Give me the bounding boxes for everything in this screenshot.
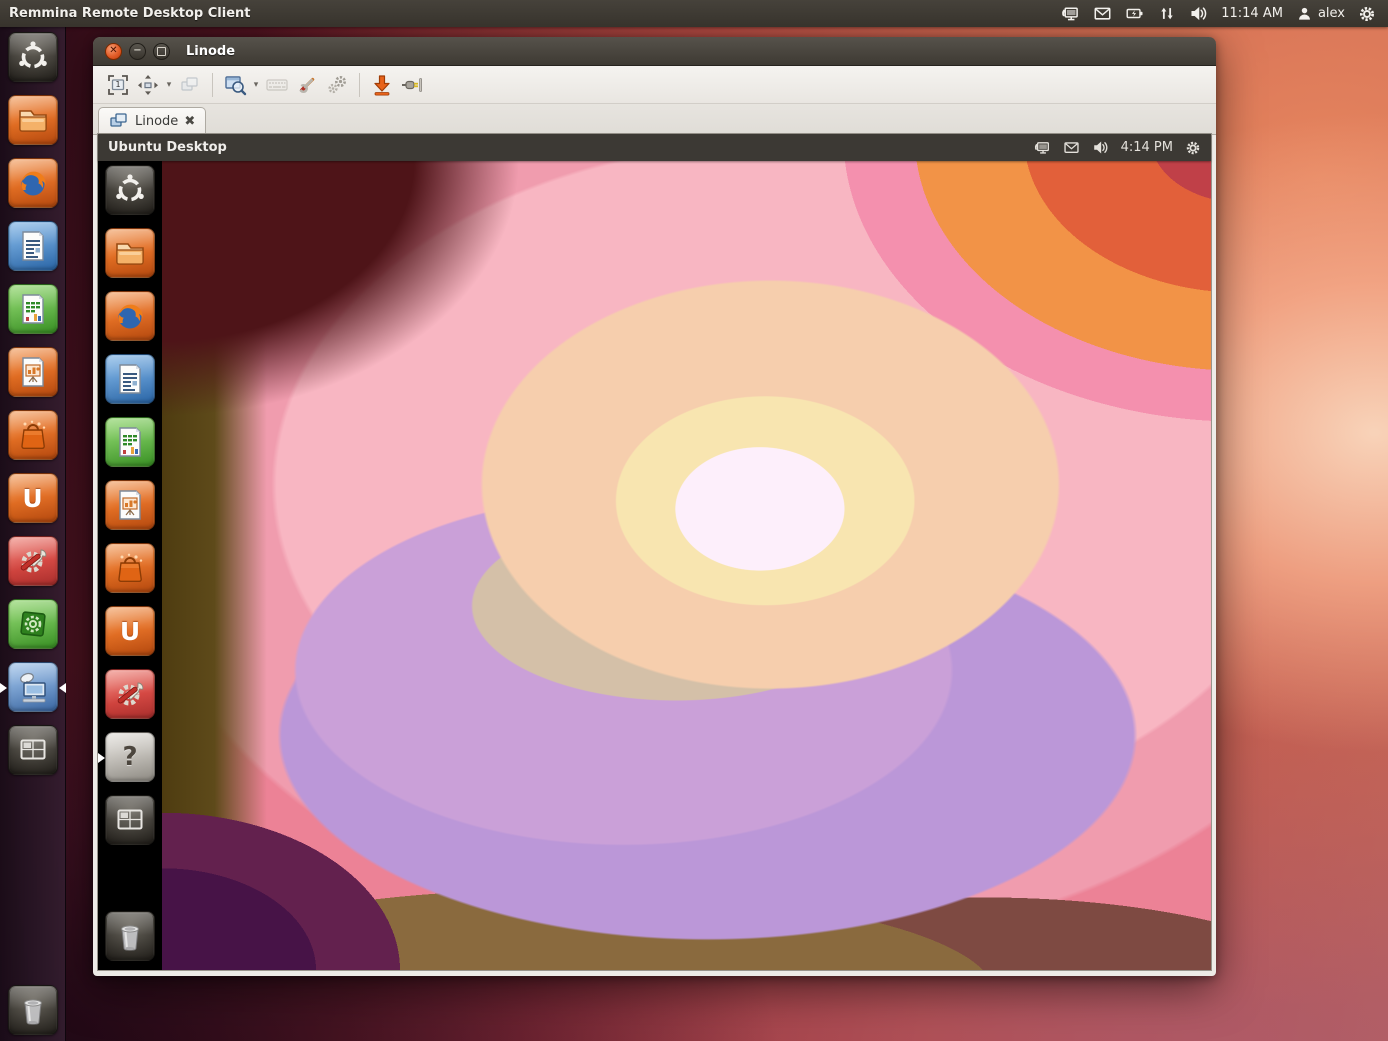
fullscreen-badge: 1 xyxy=(103,80,133,89)
tools-button[interactable] xyxy=(292,71,322,99)
remote-desktop-indicator[interactable] xyxy=(1059,4,1080,23)
remote-volume-indicator-icon[interactable] xyxy=(1092,139,1109,156)
toolbar-separator xyxy=(212,73,213,97)
remote-messaging-menu-icon[interactable] xyxy=(1063,139,1080,156)
scaled-mode-icon xyxy=(223,73,247,97)
remote-session-view[interactable]: Ubuntu Desktop 4:14 PM U xyxy=(97,133,1212,971)
remote-menubar-title: Ubuntu Desktop xyxy=(108,140,227,155)
launcher-dash-home[interactable] xyxy=(8,32,58,82)
scale-dropdown-caret-icon[interactable]: ▾ xyxy=(250,80,262,90)
messaging-menu-icon[interactable] xyxy=(1093,4,1112,23)
running-indicator-arrow xyxy=(0,683,7,693)
launcher-ubuntu-software[interactable] xyxy=(8,599,58,649)
tools-icon xyxy=(295,73,319,97)
host-clock[interactable]: 11:14 AM xyxy=(1221,6,1283,21)
remmina-window: ✕ − Linode 1 ▾ ▾ Linode ✖ Ubuntu Desktop xyxy=(93,37,1216,976)
disconnect-button[interactable] xyxy=(397,71,427,99)
window-minimize-button[interactable]: − xyxy=(129,43,146,60)
launcher-remmina[interactable] xyxy=(8,662,58,712)
fit-window-button[interactable] xyxy=(133,71,163,99)
minimize-connection-icon xyxy=(370,73,394,97)
remote-remote-desktop-indicator[interactable] xyxy=(1032,139,1051,156)
toggle-scaled-mode-button[interactable] xyxy=(220,71,250,99)
host-unity-launcher: U xyxy=(0,27,66,1041)
maximize-icon xyxy=(157,47,166,56)
remote-launcher-libreoffice-calc[interactable] xyxy=(105,417,155,467)
duplicate-connection-button xyxy=(175,71,205,99)
window-close-button[interactable]: ✕ xyxy=(105,43,122,60)
remote-session-gear-icon[interactable] xyxy=(1185,140,1201,156)
remote-running-indicator-arrow xyxy=(98,753,105,763)
tab-label: Linode xyxy=(135,114,178,129)
toolbar-separator xyxy=(359,73,360,97)
disconnect-plug-icon xyxy=(400,73,424,97)
launcher-firefox[interactable] xyxy=(8,158,58,208)
launcher-home-folder[interactable] xyxy=(8,95,58,145)
remote-top-panel: Ubuntu Desktop 4:14 PM xyxy=(98,134,1211,161)
unknown-app-glyph: ? xyxy=(122,742,137,772)
duplicate-icon xyxy=(178,73,202,97)
remote-launcher-unknown-app[interactable]: ? xyxy=(105,732,155,782)
preferences-button[interactable] xyxy=(322,71,352,99)
toggle-fullscreen-button[interactable]: 1 xyxy=(103,71,133,99)
remote-launcher-system-settings[interactable] xyxy=(105,669,155,719)
launcher-system-settings[interactable] xyxy=(8,536,58,586)
tab-close-icon[interactable]: ✖ xyxy=(184,114,195,129)
launcher-libreoffice-impress[interactable] xyxy=(8,347,58,397)
remmina-toolbar: 1 ▾ ▾ xyxy=(93,66,1216,104)
remote-indicator-area: 4:14 PM xyxy=(1032,139,1201,156)
volume-indicator-icon[interactable] xyxy=(1189,4,1208,23)
user-menu[interactable]: alex xyxy=(1296,5,1345,23)
host-panel-title: Remmina Remote Desktop Client xyxy=(0,6,251,21)
close-icon: ✕ xyxy=(109,46,117,56)
remote-launcher-libreoffice-writer[interactable] xyxy=(105,354,155,404)
minimize-icon: − xyxy=(133,46,141,56)
remote-launcher-libreoffice-impress[interactable] xyxy=(105,480,155,530)
user-icon xyxy=(1296,5,1313,23)
window-title: Linode xyxy=(186,44,235,59)
fit-dropdown-caret-icon[interactable]: ▾ xyxy=(163,80,175,90)
remote-desktop-wallpaper xyxy=(162,161,1211,970)
username-label: alex xyxy=(1318,6,1345,21)
remote-launcher-ubuntu-one[interactable]: U xyxy=(105,606,155,656)
remote-launcher-home-folder[interactable] xyxy=(105,228,155,278)
connection-tabbar: Linode ✖ xyxy=(93,104,1216,135)
launcher-ubuntu-software-center[interactable] xyxy=(8,410,58,460)
grab-keyboard-button xyxy=(262,71,292,99)
network-indicator-icon[interactable] xyxy=(1158,4,1176,23)
launcher-workspace-switcher[interactable] xyxy=(8,725,58,775)
launcher-ubuntu-one[interactable]: U xyxy=(8,473,58,523)
window-titlebar[interactable]: ✕ − Linode xyxy=(93,37,1216,66)
fit-window-icon xyxy=(136,73,160,97)
host-top-panel: Remmina Remote Desktop Client 11:14 AM a… xyxy=(0,0,1388,27)
remote-launcher-dash-home[interactable] xyxy=(105,165,155,215)
keyboard-icon xyxy=(265,73,289,97)
session-gear-icon[interactable] xyxy=(1358,5,1376,23)
focused-indicator-arrow xyxy=(59,683,66,693)
launcher-libreoffice-calc[interactable] xyxy=(8,284,58,334)
tab-linode[interactable]: Linode ✖ xyxy=(98,107,206,134)
remote-clock[interactable]: 4:14 PM xyxy=(1121,140,1173,155)
minimize-connection-button[interactable] xyxy=(367,71,397,99)
window-maximize-button[interactable] xyxy=(153,43,170,60)
launcher-trash[interactable] xyxy=(8,985,58,1035)
remote-launcher-firefox[interactable] xyxy=(105,291,155,341)
remote-ubuntu-one-letter: U xyxy=(120,617,140,646)
battery-indicator-icon[interactable] xyxy=(1125,4,1145,23)
preferences-gears-icon xyxy=(325,73,349,97)
remote-launcher-workspace-switcher[interactable] xyxy=(105,795,155,845)
remote-unity-launcher: U ? xyxy=(98,161,162,970)
host-indicator-area: 11:14 AM alex xyxy=(1059,4,1388,23)
remote-desktop-body: U ? xyxy=(98,161,1211,970)
remote-launcher-ubuntu-software-center[interactable] xyxy=(105,543,155,593)
ubuntu-one-letter: U xyxy=(22,484,42,513)
launcher-libreoffice-writer[interactable] xyxy=(8,221,58,271)
tab-window-icon xyxy=(109,112,129,130)
remote-launcher-trash[interactable] xyxy=(105,911,155,961)
